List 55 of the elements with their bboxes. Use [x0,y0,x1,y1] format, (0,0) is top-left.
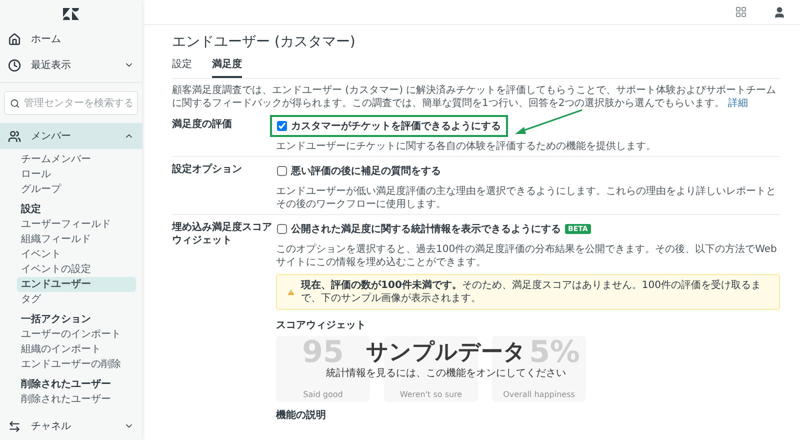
people-icon [8,130,21,142]
help-text: エンドユーザーにチケットに関する各自の体験を評価するための機能を提供します。 [276,140,656,153]
nav-link[interactable]: 組織フィールド [17,232,136,247]
details-link[interactable]: 詳細 [728,98,748,109]
nav-heading: 一括アクション [20,312,92,327]
section-heading: 機能の説明 [276,408,327,422]
nav-heading: 設定 [20,202,42,217]
warning-icon [287,286,296,298]
nav-link[interactable]: 削除されたユーザー [17,392,136,407]
overlay-title: サンプルデータ [366,339,526,367]
nav-link[interactable]: タグ [17,292,136,307]
setting-label: 満足度の評価 [172,117,233,132]
nav-link[interactable]: ユーザーフィールド [17,217,136,232]
checkbox[interactable] [277,121,287,131]
setting-label: 埋め込み満足度スコアウィジェット [172,220,273,248]
annotation-arrow [515,109,582,134]
checkbox-option[interactable]: カスタマーがチケットを評価できるようにする [270,115,508,137]
tab[interactable]: 設定 [172,57,192,78]
search-field[interactable]: 管理センターを検索する [4,91,138,115]
nav-link[interactable]: エンドユーザーの削除 [17,357,136,372]
section-title: スコアウィジェット [276,319,367,332]
nav-link[interactable]: グループ [17,182,136,197]
nav-link[interactable]: チームメンバー [17,152,136,167]
stat-label: Overall happiness [503,390,575,399]
nav-link[interactable]: エンドユーザー [17,277,136,292]
checkbox[interactable] [277,224,287,234]
nav-heading: 削除されたユーザー [20,378,112,392]
checkbox[interactable] [277,166,287,176]
nav-item[interactable]: メンバー [0,123,142,149]
grid-icon[interactable] [735,6,747,18]
nav-item[interactable]: ホーム [0,26,142,52]
clock-icon [8,58,21,72]
intro-text: 顧客満足度調査では、エンドユーザー (カスタマー) に解決済みチケットを評価してもらうことで、サポート体験およびサポートチームに関するフィードバックが得られます。この調査では、簡単な質問を1つ行い、回答を2つの選択肢から選んでもらいます。 詳細 [172,84,778,110]
nav-link[interactable]: イベント [17,247,136,262]
search-icon [10,98,20,108]
nav-link[interactable]: ロール [17,167,136,182]
nav-item[interactable]: 最近表示 [0,52,142,78]
nav-link[interactable]: イベントの設定 [17,262,136,277]
user-icon[interactable] [773,6,786,18]
overlay-text: 統計情報を見るには、この機能をオンにしてください [326,367,566,380]
stat-label: Said good [303,390,343,399]
logo-icon [63,8,79,20]
checkbox-option[interactable]: 悪い評価の後に補足の質問をする [270,160,448,182]
help-text: このオプションを選択すると、過去100件の満足度評価の分布結果を公開できます。その後、以下の方法でWebサイトにこの情報を埋め込むことができます。 [276,243,778,269]
stat-label: Weren't so sure [400,390,462,399]
nav-item[interactable]: チャネル [0,413,142,439]
page-title: エンドユーザー (カスタマー) [172,33,356,51]
arrows-icon [8,420,21,432]
setting-label: 設定オプション [172,162,243,177]
help-text: エンドユーザーが低い満足度評価の主な理由を選択できるようにします。これらの理由をより詳しいレポートとその後のワークフローに使用します。 [276,185,777,211]
nav-link[interactable]: 組織のインポート [17,342,136,357]
home-icon [8,32,21,46]
tab[interactable]: 満足度 [212,57,242,78]
nav-link[interactable]: ユーザーのインポート [17,327,136,342]
notice-text: 現在、評価の数が100件未満です。そのため、満足度スコアはありません。100件の評価を受け取るまで、下のサンプル画像が表示されます。 [301,279,762,305]
